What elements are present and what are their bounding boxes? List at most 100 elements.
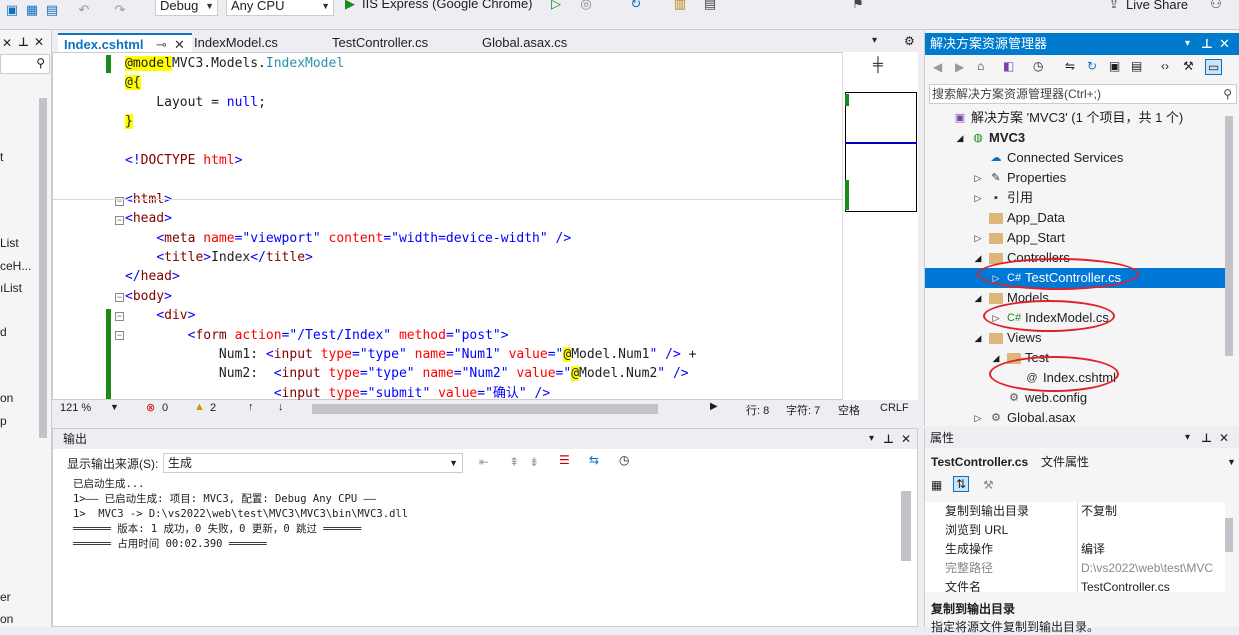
settings-gear-icon[interactable]: ⚙	[904, 34, 915, 48]
tab-index-cshtml[interactable]: Index.cshtml ⊸ ✕	[58, 33, 192, 52]
close-icon[interactable]: ✕	[1219, 33, 1230, 55]
property-pages-icon[interactable]: ⚒	[983, 478, 994, 492]
fold-toggle-icon[interactable]: −	[115, 312, 124, 321]
expand-icon[interactable]: ▷	[971, 171, 985, 185]
close-icon[interactable]: ✕	[1219, 428, 1229, 448]
scroll-right-icon[interactable]: ▶	[710, 401, 718, 412]
left-item[interactable]: ceH...	[0, 259, 31, 273]
property-row[interactable]: 复制到输出目录 不复制	[925, 502, 1225, 521]
back-icon[interactable]: ◀	[933, 60, 942, 74]
tree-item[interactable]: ▷ ▪ 引用	[925, 188, 1225, 208]
collapse-icon[interactable]: ◢	[953, 131, 967, 145]
view-code-icon[interactable]: ‹›	[1161, 59, 1169, 73]
switch-views-icon[interactable]: ◧	[1003, 59, 1014, 73]
refresh-icon[interactable]: ↻	[628, 0, 644, 12]
left-item[interactable]: d	[0, 325, 7, 339]
minimap-viewport[interactable]	[845, 92, 917, 212]
left-item[interactable]: on	[0, 612, 13, 626]
open-icon[interactable]: ▣	[4, 2, 20, 18]
clock-icon[interactable]: ◷	[619, 453, 629, 467]
output-text[interactable]: 已启动生成... 1>—— 已启动生成: 项目: MVC3, 配置: Debug …	[53, 475, 915, 625]
collapse-all-icon[interactable]: ▣	[1109, 59, 1120, 73]
preview-icon[interactable]: ▭	[1205, 59, 1223, 75]
live-share-icon[interactable]: ⇪	[1106, 0, 1122, 12]
show-all-files-icon[interactable]: ▤	[1131, 59, 1142, 73]
collapse-icon[interactable]: ◢	[971, 331, 985, 345]
goto-icon[interactable]: ⇤	[479, 455, 489, 469]
pending-changes-icon[interactable]: ◷	[1033, 59, 1043, 73]
code-minimap[interactable]: ╪	[842, 52, 918, 400]
alphabetical-icon[interactable]: ⇅	[953, 476, 970, 492]
collapse-icon[interactable]: ◢	[971, 291, 985, 305]
solution-scrollbar[interactable]	[1225, 116, 1233, 356]
properties-scrollbar[interactable]	[1225, 518, 1233, 552]
line-ending[interactable]: CRLF	[880, 402, 909, 414]
left-item[interactable]: List	[0, 236, 19, 250]
tree-item[interactable]: ▣ 解决方案 'MVC3' (1 个项目，共 1 个)	[925, 108, 1225, 128]
run-without-debug-icon[interactable]: ▷	[548, 0, 564, 12]
sync-icon[interactable]: ⇋	[1065, 59, 1075, 73]
tree-item[interactable]: ▷ ⚙ Global.asax	[925, 408, 1225, 424]
tree-item[interactable]: ☁ Connected Services	[925, 148, 1225, 168]
tree-item[interactable]: ◢ Views	[925, 328, 1225, 348]
expand-icon[interactable]: ▷	[971, 411, 985, 424]
nav-down-icon[interactable]: ↓	[278, 401, 284, 413]
platform-select[interactable]: Any CPU ▼	[226, 0, 334, 16]
pin-icon[interactable]: ✕	[2, 36, 12, 50]
warning-count[interactable]: 2	[210, 402, 216, 414]
fold-toggle-icon[interactable]: −	[115, 331, 124, 340]
bookmark-icon[interactable]: ⚑	[850, 0, 866, 12]
undo-icon[interactable]: ↶	[76, 2, 92, 18]
left-item[interactable]: t	[0, 150, 3, 164]
clear-all-icon[interactable]: ☰	[559, 453, 570, 467]
left-scrollbar[interactable]	[39, 98, 47, 438]
error-count[interactable]: 0	[162, 402, 168, 414]
output-scrollbar[interactable]	[901, 491, 911, 561]
dropdown-icon[interactable]: ▾	[869, 429, 874, 449]
dropdown-icon[interactable]: ▾	[1185, 33, 1190, 55]
refresh-icon[interactable]: ↻	[1087, 59, 1097, 73]
categorized-icon[interactable]: ▦	[931, 478, 942, 492]
tree-item[interactable]: ◢ ◍ MVC3	[925, 128, 1225, 148]
split-view-icon[interactable]: ╪	[873, 56, 883, 72]
expand-icon[interactable]: ▷	[971, 231, 985, 245]
tab-dropdown-icon[interactable]: ▾	[872, 35, 877, 46]
close-icon[interactable]: ✕	[34, 35, 44, 49]
indent-mode[interactable]: 空格	[838, 402, 860, 418]
output-source-select[interactable]: 生成 ▼	[163, 453, 463, 473]
fold-toggle-icon[interactable]: −	[115, 293, 124, 302]
word-wrap-icon[interactable]: ⇆	[589, 453, 599, 467]
tree-item[interactable]: ▷ App_Start	[925, 228, 1225, 248]
nav-up-icon[interactable]: ↑	[248, 401, 254, 413]
tab-indexmodel-cs[interactable]: IndexModel.cs	[188, 33, 308, 52]
solution-config-select[interactable]: Debug ▼	[155, 0, 218, 16]
pin-icon[interactable]: ⊥	[883, 429, 894, 449]
tree-item[interactable]: ▷ ✎ Properties	[925, 168, 1225, 188]
property-row[interactable]: 生成操作 编译	[925, 540, 1225, 559]
left-search-input[interactable]: ⚲	[0, 54, 50, 74]
property-row[interactable]: 文件名 TestController.cs	[925, 578, 1225, 592]
tab-global-asax-cs[interactable]: Global.asax.cs	[476, 33, 606, 52]
save-all-icon[interactable]: ▤	[44, 2, 60, 18]
zoom-dropdown-icon[interactable]: ▼	[110, 402, 119, 412]
save-icon[interactable]: ▦	[24, 2, 40, 18]
account-icon[interactable]: ⚇	[1208, 0, 1224, 12]
pin-toggle-icon[interactable]: ⊥	[18, 35, 29, 49]
pin-icon[interactable]: ⊥	[1201, 428, 1212, 448]
forward-icon[interactable]: ▶	[955, 60, 964, 74]
tree-item[interactable]: App_Data	[925, 208, 1225, 228]
left-item[interactable]: p	[0, 414, 7, 428]
properties-wrench-icon[interactable]: ⚒	[1183, 59, 1194, 73]
prev-message-icon[interactable]: ⇞	[509, 455, 519, 469]
home-icon[interactable]: ⌂	[977, 59, 984, 73]
next-message-icon[interactable]: ⇟	[529, 455, 539, 469]
code-editor[interactable]: − − − − − @modelMVC3.Models.IndexModel @{…	[52, 52, 918, 401]
close-icon[interactable]: ✕	[901, 429, 911, 449]
run-icon[interactable]: ▶	[342, 0, 358, 12]
live-share-button[interactable]: Live Share	[1126, 0, 1188, 12]
pin-icon[interactable]: ⊥	[1201, 33, 1213, 55]
dropdown-icon[interactable]: ▾	[1185, 428, 1190, 448]
property-row[interactable]: 浏览到 URL	[925, 521, 1225, 540]
collapse-icon[interactable]: ◢	[971, 251, 985, 265]
layout-icon[interactable]: ▤	[702, 0, 718, 12]
